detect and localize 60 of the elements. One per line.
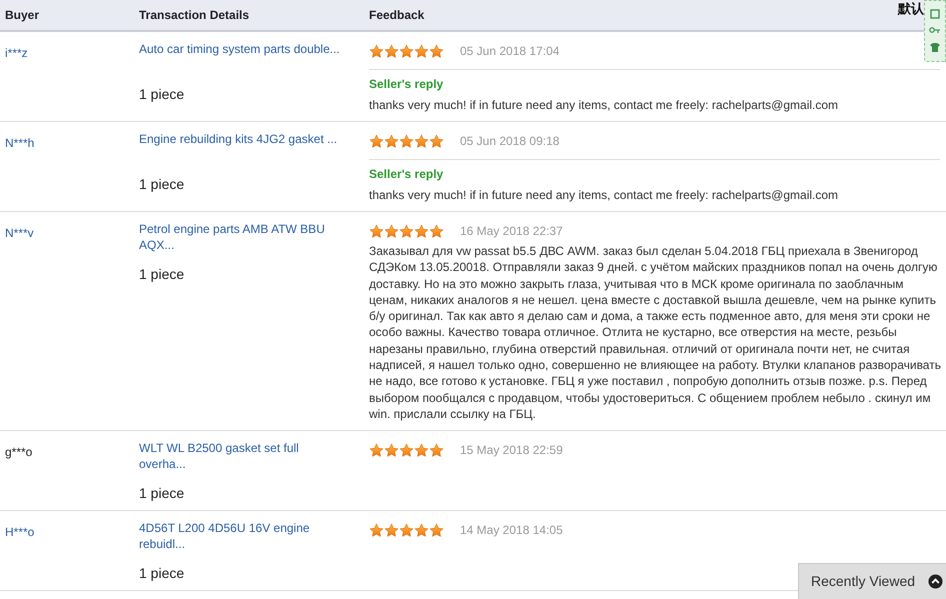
star-icon	[414, 44, 429, 58]
quantity-text: 1 piece	[139, 564, 184, 582]
star-icon	[414, 224, 429, 238]
key-icon	[929, 26, 941, 34]
buyer-name: N***h	[5, 136, 34, 150]
star-icon	[369, 44, 384, 58]
product-link[interactable]: 4D56T L200 4D56U 16V engine rebuidl...	[139, 520, 344, 552]
star-icon	[369, 224, 384, 238]
overlay-label: 默认	[898, 0, 924, 18]
quantity-text: 1 piece	[139, 265, 184, 283]
buyer-name: i***z	[5, 46, 28, 60]
reply-text: thanks very much! if in future need any items, contact me freely: rachelparts@gmail.com	[369, 97, 838, 113]
product-link[interactable]: Engine rebuilding kits 4JG2 gasket ...	[139, 131, 344, 163]
chevron-up-icon	[928, 574, 943, 589]
star-icon	[399, 44, 414, 58]
star-icon	[399, 442, 414, 458]
reply-label: Seller's reply	[369, 166, 444, 182]
star-icon	[414, 442, 429, 458]
side-widget[interactable]	[924, 0, 946, 62]
star-icon	[384, 522, 399, 538]
feedback-date: 14 May 2018 14:05	[460, 522, 563, 540]
review-text: Заказывал для vw passat b5.5 ДВС AWM. заказ был сделан 5.04.2018 ГБЦ приехала в Звенигород СДЭКом 13.05.20018. Отправляли заказ 9 дней. с учётом майских праздников попал на очень долгую доставку. Но на это можно закрыть глаза, учитывая что в МСК кроме оригинала по заоблачным ценам, никаких аналогов я не нешел. цена вместе с доставкой вышла дешевле, чем на рынке купить б/у оригинал. Так как авто я делаю сам и дома, а также есть подменное авто, для меня эти сроки не особо важны. Качество товара отличное. Отлита не кустарно, все отверстия на месте, резьбы нарезаны правильно, глубина отверстий правильная. отличий от оригинала почти нет, не считая надписей, я нашел только одно, совершенно не влияющее на работу. Втулки клапанов разворачивать не надо, все готово к установке. ГБЦ я уже поставил , попробую дополнить отзыв позже. p.s. Перед выбором пообщался с продавцом, чтобы удостовериться. С общением проблем небыло . скинул им win. прислали ссылку на ГБЦ.	[369, 243, 942, 422]
buyer-name: N***v	[5, 226, 34, 240]
quantity-text: 1 piece	[139, 484, 184, 502]
star-icon	[414, 522, 429, 538]
reply-label: Seller's reply	[369, 76, 444, 92]
star-icon	[384, 442, 399, 458]
star-icon	[384, 44, 399, 58]
star-icon	[414, 134, 429, 148]
star-icon	[384, 224, 399, 238]
star-icon	[429, 442, 444, 458]
product-link[interactable]: Auto car timing system parts double...	[139, 41, 344, 73]
square-icon	[930, 8, 940, 19]
star-icon	[399, 522, 414, 538]
star-icon	[429, 522, 444, 538]
star-icon	[429, 44, 444, 58]
quantity-text: 1 piece	[139, 175, 184, 193]
star-icon	[399, 134, 414, 148]
star-icon	[369, 522, 384, 538]
reply-text: thanks very much! if in future need any items, contact me freely: rachelparts@gmail.com	[369, 187, 838, 203]
recently-viewed-button[interactable]: Recently Viewed	[798, 563, 946, 599]
quantity-text: 1 piece	[139, 85, 184, 103]
feedback-date: 05 Jun 2018 17:04	[460, 43, 560, 60]
star-icon	[369, 134, 384, 148]
star-icon	[399, 224, 414, 238]
buyer-name: H***o	[5, 525, 34, 540]
feedback-date: 15 May 2018 22:59	[460, 442, 563, 460]
product-link[interactable]: Petrol engine parts AMB ATW BBU AQX...	[139, 221, 344, 253]
feedback-date: 16 May 2018 22:37	[460, 223, 563, 240]
star-icon	[429, 134, 444, 148]
column-header: Buyer	[5, 8, 40, 22]
star-icon	[429, 224, 444, 238]
buyer-name: g***o	[5, 445, 32, 460]
shirt-icon	[929, 42, 941, 54]
star-icon	[384, 134, 399, 148]
product-link[interactable]: WLT WL B2500 gasket set full overha...	[139, 440, 344, 472]
column-header: Feedback	[369, 8, 424, 22]
feedback-date: 05 Jun 2018 09:18	[460, 133, 560, 150]
star-icon	[369, 442, 384, 458]
column-header: Transaction Details	[139, 8, 250, 22]
